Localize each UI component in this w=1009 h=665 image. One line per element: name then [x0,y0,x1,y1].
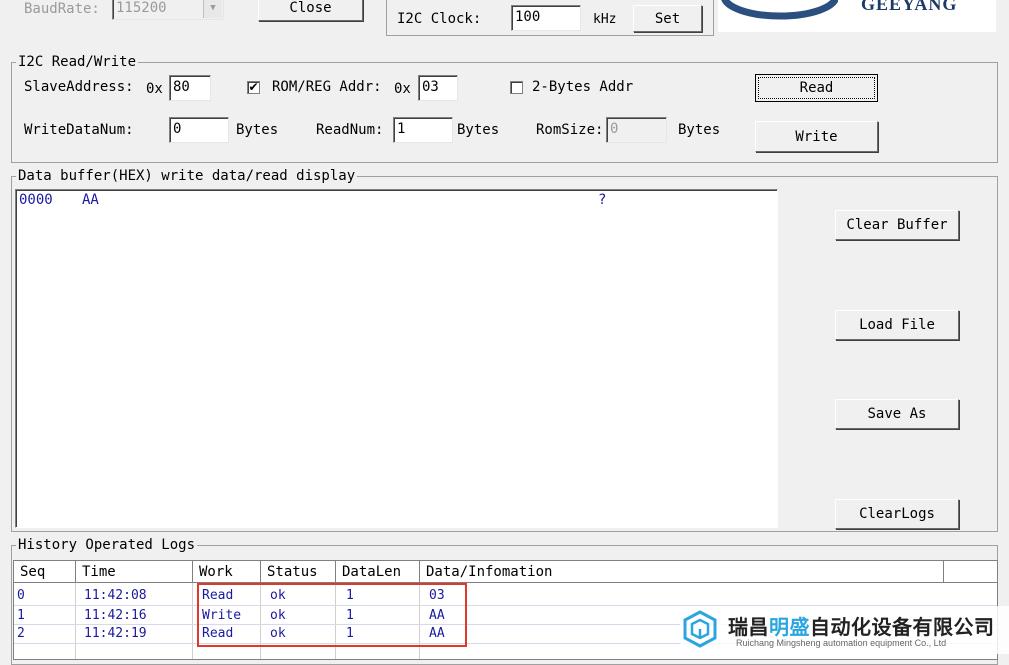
column-header-blank[interactable] [944,561,997,583]
chevron-down-icon[interactable]: ▼ [203,0,222,18]
two-bytes-addr-checkbox[interactable] [510,81,523,94]
rom-size-input[interactable]: 0 [606,117,667,143]
cell-seq: 2 [17,626,25,641]
logo: GEEYANG [718,0,996,32]
cell-time: 11:42:19 [84,626,147,641]
clear-logs-button[interactable]: ClearLogs [835,499,959,529]
buffer-address: 0000 [19,192,53,208]
watermark-name-accent: 明盛 [769,615,810,639]
baudrate-label: BaudRate: [24,1,100,17]
cell-status: ok [270,626,286,641]
cell-data: AA [429,626,445,641]
romreg-checkbox[interactable]: ✔ [247,81,260,94]
column-header-data-information[interactable]: Data/Infomation [420,561,944,583]
slave-address-label: SlaveAddress: [24,79,134,95]
i2c-clock-input[interactable]: 100 [511,5,581,31]
cell-data: AA [429,608,445,623]
cell-work: Read [202,588,234,603]
column-header-datalen[interactable]: DataLen [336,561,420,583]
slave-address-input[interactable]: 80 [169,75,211,101]
romreg-prefix: 0x [394,81,411,97]
slave-address-prefix: 0x [146,81,163,97]
column-header-status[interactable]: Status [261,561,336,583]
cell-time: 11:42:08 [84,588,147,603]
cell-seq: 1 [17,608,25,623]
cell-datalen: 1 [346,588,354,603]
i2c-clock-unit: kHz [593,12,617,27]
save-as-button[interactable]: Save As [835,399,959,429]
write-data-num-label: WriteDataNum: [24,122,134,138]
close-button[interactable]: Close [258,0,363,21]
write-data-num-input[interactable]: 0 [169,117,229,143]
cell-datalen: 1 [346,626,354,641]
read-num-input[interactable]: 1 [393,117,453,143]
logo-swoosh-icon [721,0,838,20]
bytes-label-2: Bytes [457,122,500,138]
rom-size-label: RomSize: [536,122,604,138]
watermark-name-part2: 自动化设备有限公司 [810,615,995,639]
cell-data: 03 [429,588,445,603]
cell-work: Read [202,626,234,641]
i2c-clock-label: I2C Clock: [397,11,482,27]
read-num-label: ReadNum: [316,122,384,138]
cell-seq: 0 [17,588,25,603]
company-logo-icon [683,610,717,648]
buffer-data: AA [82,192,99,208]
bytes-label-1: Bytes [236,122,279,138]
baudrate-select[interactable]: 115200 ▼ [112,0,224,20]
table-row[interactable]: 0 11:42:08 Read ok 1 03 [14,587,997,604]
load-file-button[interactable]: Load File [835,310,959,340]
cell-work: Write [202,608,242,623]
watermark-name-part1: 瑞昌 [728,615,769,639]
romreg-label: ROM/REG Addr: [272,79,382,95]
column-header-seq[interactable]: Seq [14,561,76,583]
cell-time: 11:42:16 [84,608,147,623]
column-header-work[interactable]: Work [193,561,261,583]
read-button[interactable]: Read [755,74,878,102]
cell-status: ok [270,608,286,623]
watermark: 瑞昌明盛自动化设备有限公司 Ruichang Mingsheng automat… [680,606,1009,654]
romreg-input[interactable]: 03 [418,75,458,101]
watermark-company-english: Ruichang Mingsheng automation equipment … [736,638,947,648]
data-buffer-title: Data buffer(HEX) write data/read display [16,167,358,185]
clear-buffer-button[interactable]: Clear Buffer [835,210,959,240]
logo-text: GEEYANG [861,0,958,14]
write-button[interactable]: Write [755,121,878,152]
data-buffer-editor[interactable]: 0000 AA ? [15,189,778,528]
bytes-label-3: Bytes [678,122,721,138]
i2c-readwrite-title: I2C Read/Write [16,53,139,71]
two-bytes-addr-label: 2-Bytes Addr [532,79,634,95]
cell-datalen: 1 [346,608,354,623]
column-header-time[interactable]: Time [76,561,193,583]
history-logs-title: History Operated Logs [16,536,198,554]
buffer-ascii: ? [598,192,607,208]
cell-status: ok [270,588,286,603]
set-button[interactable]: Set [633,5,702,32]
watermark-company-name: 瑞昌明盛自动化设备有限公司 [728,611,995,640]
baudrate-value: 115200 [116,0,167,16]
